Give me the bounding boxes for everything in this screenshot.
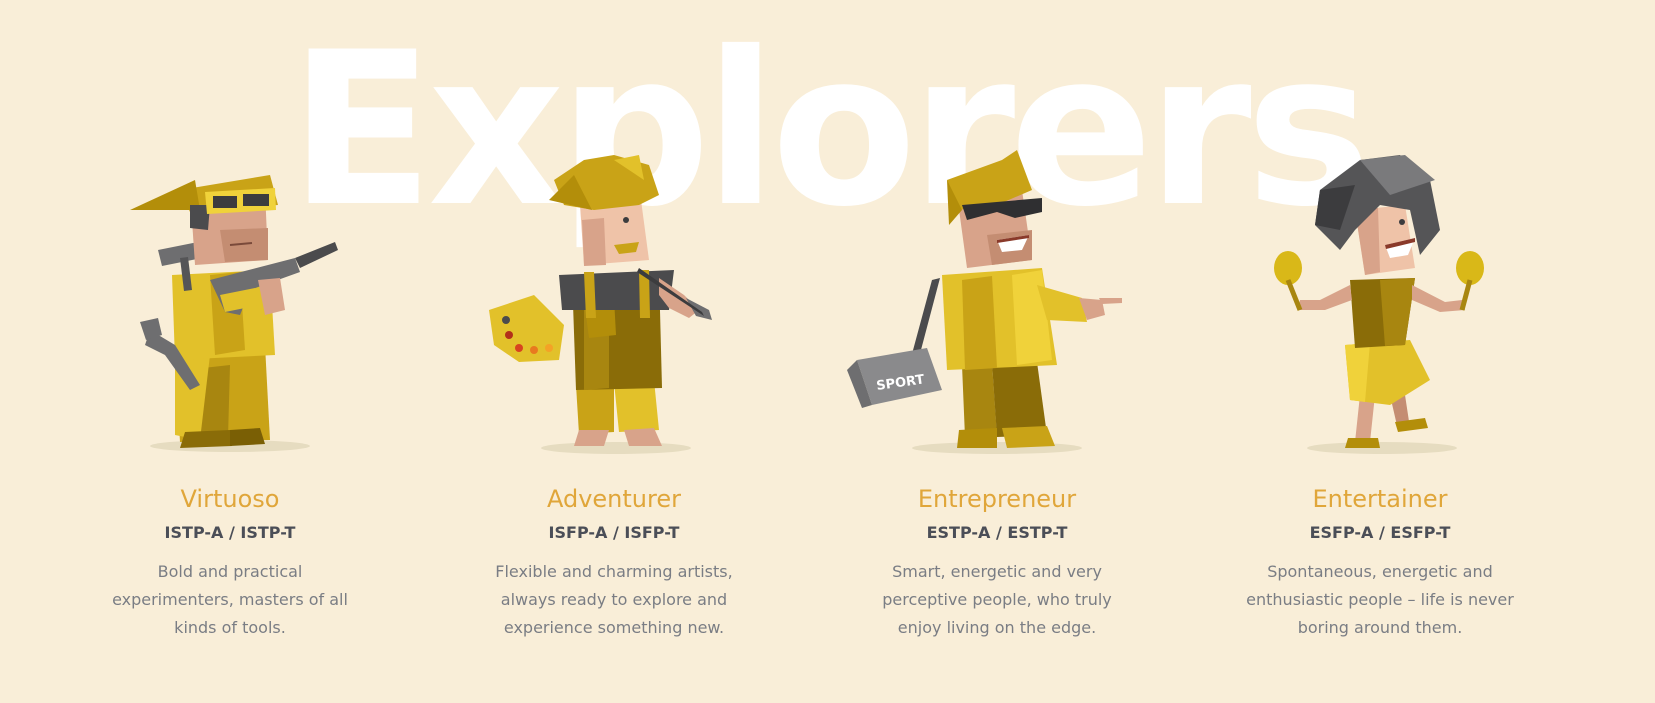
role-description: Flexible and charming artists, always re…: [495, 562, 733, 637]
role-title: Entrepreneur: [917, 485, 1077, 513]
role-type-code: ISTP-A / ISTP-T: [164, 523, 296, 542]
role-description: Spontaneous, energetic and enthusiastic …: [1246, 562, 1514, 637]
role-title: Entertainer: [1312, 485, 1448, 513]
role-card-adventurer[interactable]: Adventurer ISFP-A / ISFP-T Flexible and …: [464, 150, 764, 637]
role-title: Adventurer: [546, 485, 681, 513]
role-description: Smart, energetic and very perceptive peo…: [882, 562, 1112, 637]
role-type-code: ISFP-A / ISFP-T: [548, 523, 680, 542]
role-type-code: ESFP-A / ESFP-T: [1309, 523, 1451, 542]
entertainer-figure-icon: [1274, 155, 1484, 454]
role-description: Bold and practical experimenters, master…: [112, 562, 348, 637]
role-title: Virtuoso: [180, 485, 280, 513]
explorers-section: Explorers Virtuoso ISTP-A / ISTP-T Bold …: [0, 0, 1655, 703]
role-card-virtuoso[interactable]: Virtuoso ISTP-A / ISTP-T Bold and practi…: [80, 150, 380, 637]
entrepreneur-figure-icon: SPORT: [847, 150, 1122, 454]
role-card-entrepreneur[interactable]: SPORT Entrepreneur ESTP-A / ESTP-T Smart…: [847, 150, 1147, 637]
adventurer-figure-icon: [489, 155, 712, 454]
role-card-entertainer[interactable]: Entertainer ESFP-A / ESFP-T Spontaneous,…: [1230, 150, 1530, 637]
role-type-code: ESTP-A / ESTP-T: [926, 523, 1068, 542]
virtuoso-figure-icon: [130, 175, 338, 452]
